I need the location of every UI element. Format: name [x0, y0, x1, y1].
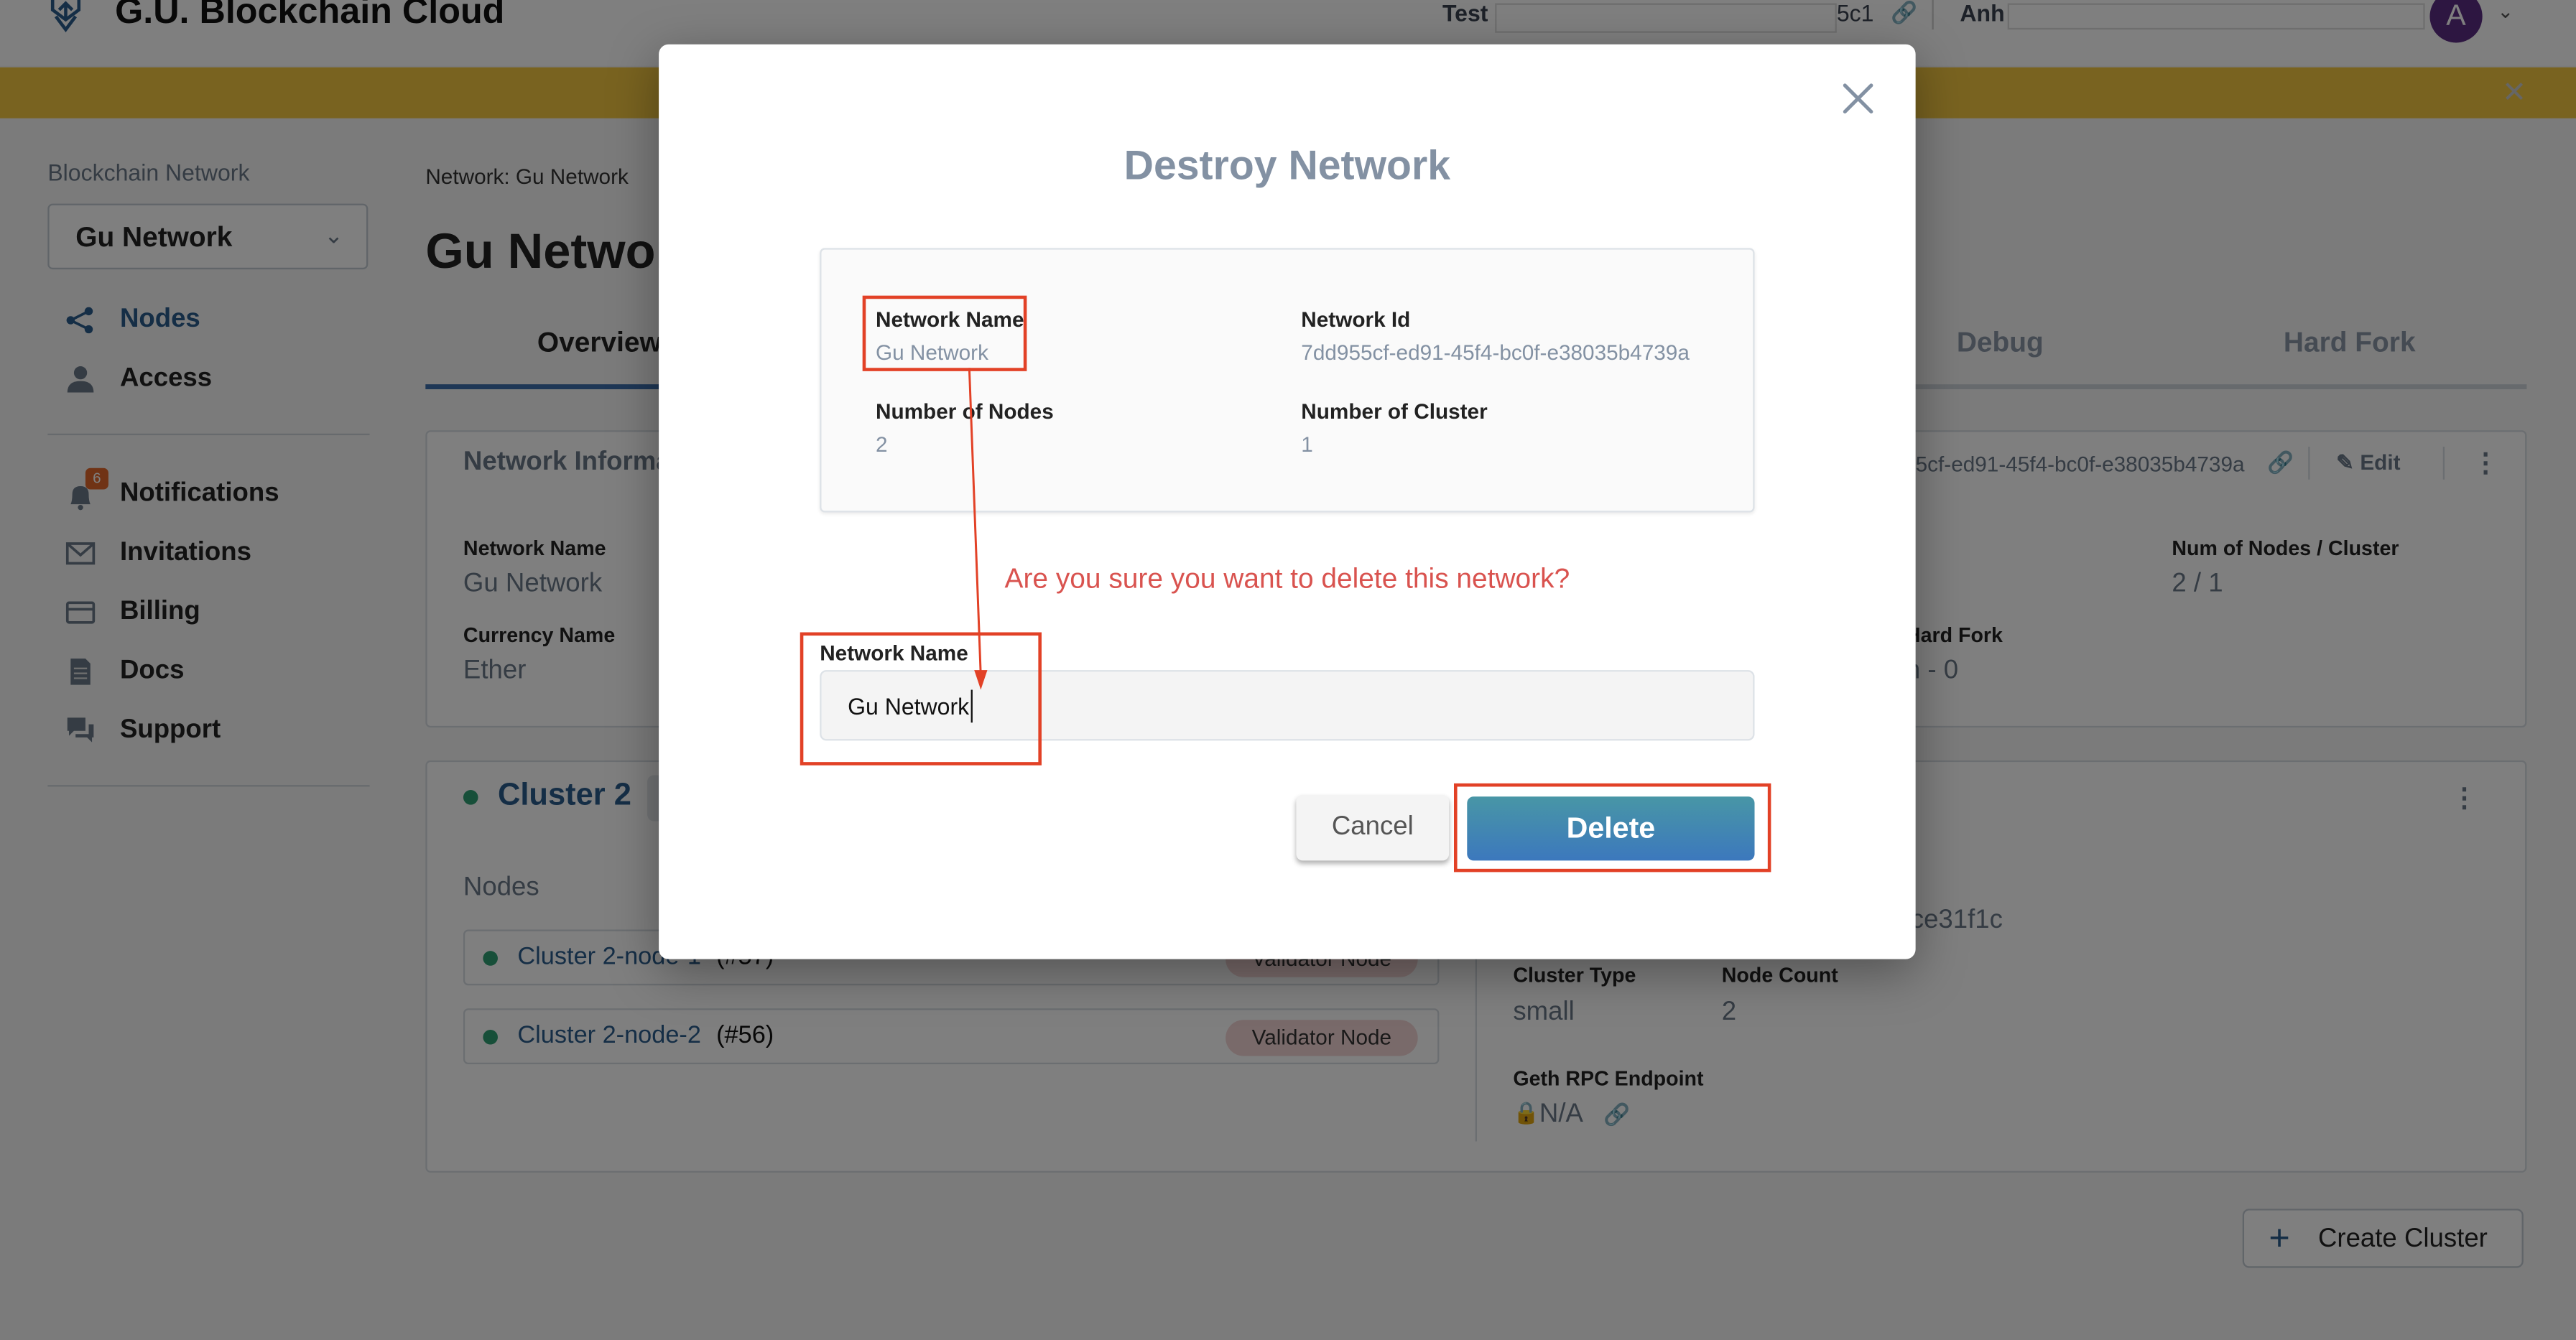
modal-title: Destroy Network: [1123, 142, 1451, 190]
network-id-label: Network Id: [1301, 307, 1411, 332]
number-of-cluster-label: Number of Cluster: [1301, 399, 1488, 424]
destroy-network-modal: Destroy Network Network Name Gu Network …: [659, 44, 1916, 959]
page: G.U. Blockchain Cloud Test 5c1 🔗 Anh A ⌄…: [0, 0, 2576, 1340]
annotation-box: [1453, 783, 1771, 873]
cancel-button[interactable]: Cancel: [1296, 794, 1450, 861]
annotation-box: [862, 295, 1027, 371]
close-icon[interactable]: [1837, 77, 1879, 119]
annotation-box: [800, 632, 1042, 766]
annotation-arrow: [968, 368, 988, 690]
number-of-cluster-value: 1: [1301, 432, 1313, 457]
confirmation-question: Are you sure you want to delete this net…: [1004, 563, 1570, 595]
network-id-value: 7dd955cf-ed91-45f4-bc0f-e38035b4739a: [1301, 340, 1690, 365]
number-of-nodes-value: 2: [875, 432, 888, 457]
